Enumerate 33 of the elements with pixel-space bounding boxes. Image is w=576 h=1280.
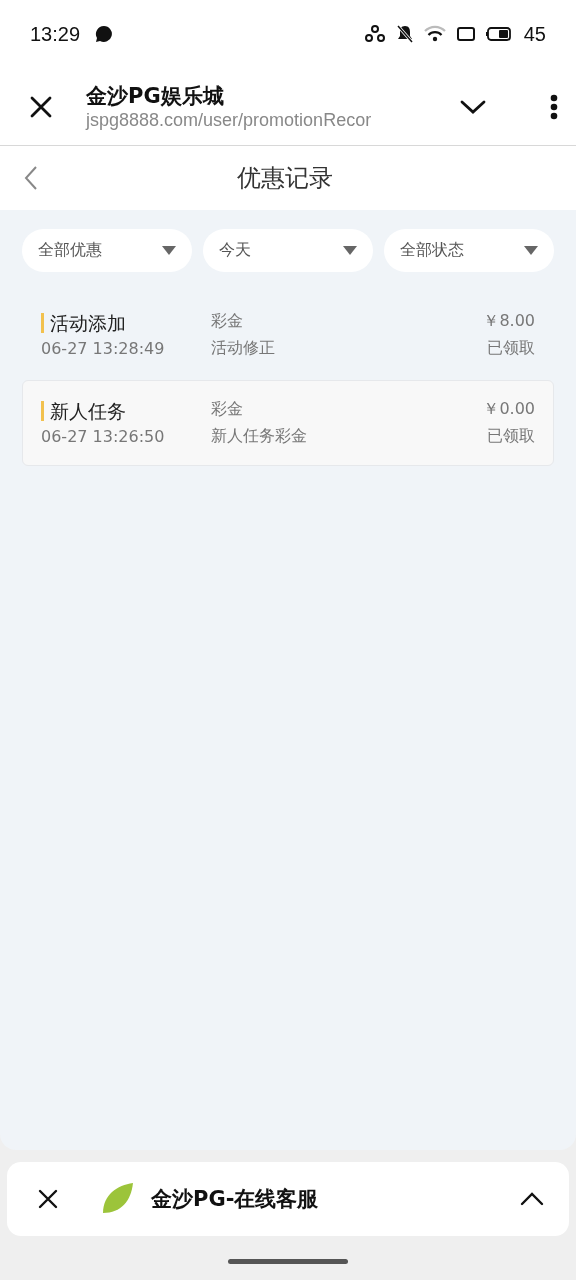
record-status: 已领取 [487,338,535,359]
bell-muted-icon [395,24,414,44]
record-name: 活动添加 [41,312,126,333]
tab-title: 金沙PG-在线客服 [151,1186,320,1213]
record-status: 已领取 [487,426,535,447]
record-row[interactable]: 活动添加 06-27 13:28:49 彩金 活动修正 ￥8.00 已领取 [22,292,554,378]
filter-dropdown[interactable]: 全部优惠 [22,229,192,272]
filter-dropdown[interactable]: 今天 [203,229,373,272]
caret-icon [524,246,538,255]
record-note: 活动修正 [211,338,275,359]
more-menu-button[interactable] [550,93,558,120]
caret-icon [162,246,176,255]
page-title: 金沙PG娱乐城 [86,83,225,110]
record-time: 06-27 13:28:49 [41,338,165,358]
chat-bubble-icon [94,24,115,44]
header-title: 优惠记录 [236,163,334,194]
record-note: 新人任务彩金 [211,426,307,447]
record-row[interactable]: 新人任务 06-27 13:26:50 彩金 新人任务彩金 ￥0.00 已领取 [22,380,554,466]
record-type: 彩金 [211,311,243,332]
battery-icon [485,26,514,42]
back-button[interactable] [24,165,38,191]
status-time: 13:29 [30,22,81,46]
filter-dropdown[interactable]: 全部状态 [384,229,554,272]
battery-level: 45 [523,22,546,46]
wifi-icon [423,25,446,43]
record-amount: ￥0.00 [483,399,535,420]
caret-icon [343,246,357,255]
record-time: 06-27 13:26:50 [41,426,165,446]
page-url: jspg8888.com/user/promotionRecor [86,110,373,131]
record-amount: ￥8.00 [483,311,535,332]
record-name: 新人任务 [41,400,126,421]
record-type: 彩金 [211,399,243,420]
screen-icon [455,25,476,43]
